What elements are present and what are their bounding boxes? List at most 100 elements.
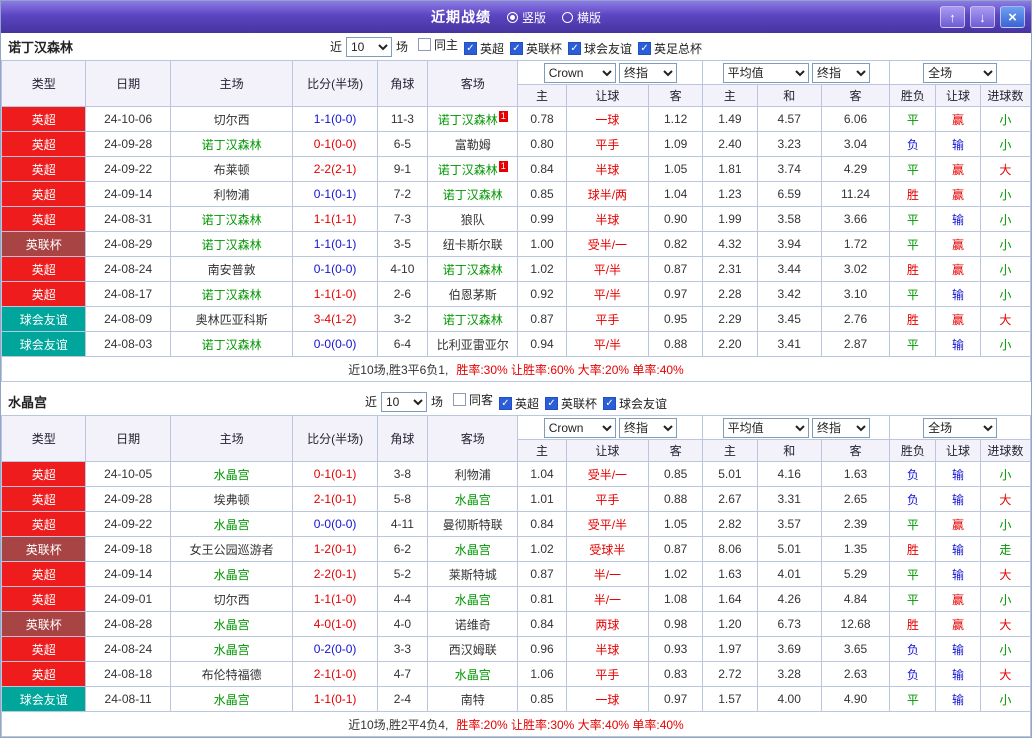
filter-checkbox-英联杯[interactable]: ✓ 英联杯 (545, 395, 597, 412)
euro-draw-odds: 5.01 (756, 536, 822, 562)
result-handicap: 输 (935, 561, 981, 587)
away-team: 比利亚雷亚尔 (427, 331, 519, 357)
corner-count: 4-0 (376, 611, 429, 637)
close-button[interactable]: × (1000, 6, 1025, 28)
asian-handicap: 受半/一 (565, 461, 650, 487)
sub-header-euro-home: 主 (702, 84, 758, 107)
asian-handicap: 平/半 (565, 281, 650, 307)
filter-checkbox-同客[interactable]: 同客 (452, 391, 493, 408)
asian-away-odds: 0.83 (648, 661, 704, 687)
match-date: 24-09-22 (85, 511, 171, 537)
asian-stage-select[interactable]: 终指 (619, 62, 678, 83)
asian-odds-header: Crown 终指 (517, 415, 704, 440)
match-date: 24-08-29 (85, 231, 171, 257)
bookmaker-select[interactable]: Crown (543, 62, 616, 83)
league-badge: 英超 (1, 636, 87, 662)
euro-stage-select[interactable]: 终指 (811, 62, 870, 83)
match-score: 0-1(0-1) (292, 461, 378, 487)
home-team: 布伦特福德 (169, 661, 294, 687)
match-scope-select[interactable]: 全场 (923, 62, 998, 83)
match-date: 24-08-17 (85, 281, 171, 307)
away-team: 狼队 (427, 206, 519, 232)
match-date: 24-08-11 (85, 686, 171, 712)
asian-home-odds: 0.80 (517, 131, 567, 157)
match-date: 24-10-05 (85, 461, 171, 487)
league-badge: 英联杯 (1, 611, 87, 637)
sub-header-asian-away: 客 (648, 84, 704, 107)
corner-count: 4-4 (376, 586, 429, 612)
section-summary: 近10场,胜2平4负4, 胜率:20% 让胜率:30% 大率:40% 单率:40… (1, 712, 1031, 737)
layout-option-horizontal[interactable]: 横版 (562, 9, 601, 26)
asian-away-odds: 0.82 (648, 231, 704, 257)
match-row: 英联杯 24-08-28 水晶宫 4-0(1-0) 4-0 诺维奇 0.84 两球 0.98 1.… (1, 611, 1031, 637)
euro-home-odds: 2.29 (702, 306, 758, 332)
euro-away-odds: 1.63 (820, 461, 891, 487)
result-outcome: 胜 (889, 306, 937, 332)
result-scope-header: 全场 (889, 60, 1031, 85)
euro-away-odds: 3.10 (820, 281, 891, 307)
layout-option-vertical[interactable]: 竖版 (506, 9, 546, 26)
result-goals: 小 (979, 511, 1031, 537)
match-date: 24-10-06 (85, 106, 171, 132)
match-score: 2-1(0-1) (292, 486, 378, 512)
result-outcome: 平 (889, 106, 937, 132)
result-handicap: 赢 (935, 156, 981, 182)
asian-stage-select[interactable]: 终指 (619, 417, 678, 438)
filter-checkbox-英足总杯[interactable]: ✓ 英足总杯 (638, 40, 702, 57)
result-outcome: 平 (889, 206, 937, 232)
filter-checkbox-球会友谊[interactable]: ✓ 球会友谊 (568, 40, 632, 57)
result-goals: 小 (979, 181, 1031, 207)
col-header-type: 类型 (1, 60, 87, 107)
euro-draw-odds: 3.45 (756, 306, 822, 332)
section-team-title: 诺丁汉森林 (8, 40, 74, 55)
result-handicap: 输 (935, 206, 981, 232)
bookmaker-select[interactable]: Crown (543, 417, 616, 438)
filter-checkbox-同主[interactable]: 同主 (417, 36, 458, 53)
filter-checkbox-英超[interactable]: ✓ 英超 (463, 40, 504, 57)
match-score: 2-1(1-0) (292, 661, 378, 687)
match-date: 24-08-28 (85, 611, 171, 637)
away-team: 诺维奇 (427, 611, 519, 637)
match-row: 英超 24-08-24 水晶宫 0-2(0-0) 3-3 西汉姆联 0.96 半球 0.93 1.… (1, 636, 1031, 662)
asian-home-odds: 0.78 (517, 106, 567, 132)
result-goals: 小 (979, 256, 1031, 282)
corner-count: 6-2 (376, 536, 429, 562)
games-count-select[interactable]: 10 (345, 36, 392, 57)
match-row: 英超 24-08-18 布伦特福德 2-1(1-0) 4-7 水晶宫 1.06 平手 0.83 2… (1, 661, 1031, 687)
move-up-button[interactable]: ↑ (940, 6, 965, 28)
radio-label: 竖版 (521, 10, 546, 25)
match-date: 24-09-14 (85, 561, 171, 587)
move-down-button[interactable]: ↓ (970, 6, 995, 28)
asian-handicap: 平手 (565, 306, 650, 332)
euro-draw-odds: 4.57 (756, 106, 822, 132)
match-scope-select[interactable]: 全场 (923, 417, 998, 438)
corner-count: 4-10 (376, 256, 429, 282)
result-goals: 大 (979, 661, 1031, 687)
match-date: 24-09-01 (85, 586, 171, 612)
euro-away-odds: 3.66 (820, 206, 891, 232)
euro-home-odds: 1.20 (702, 611, 758, 637)
titlebar-buttons: ↑ ↓ × (940, 6, 1025, 28)
games-count-select[interactable]: 10 (380, 391, 427, 412)
corner-count: 2-4 (376, 686, 429, 712)
result-handicap: 赢 (935, 306, 981, 332)
sub-header-result: 胜负 (889, 439, 937, 462)
filter-checkbox-英超[interactable]: ✓ 英超 (499, 395, 539, 412)
euro-avg-select[interactable]: 平均值 (722, 62, 809, 83)
result-handicap: 赢 (935, 231, 981, 257)
result-goals: 大 (979, 611, 1031, 637)
filter-checkbox-球会友谊[interactable]: ✓ 球会友谊 (603, 395, 667, 412)
euro-avg-select[interactable]: 平均值 (722, 417, 809, 438)
result-goals: 小 (979, 206, 1031, 232)
home-team: 诺丁汉森林 (169, 131, 294, 157)
result-outcome: 负 (889, 661, 937, 687)
league-badge: 英超 (1, 486, 87, 512)
euro-stage-select[interactable]: 终指 (811, 417, 870, 438)
euro-draw-odds: 6.73 (756, 611, 822, 637)
asian-home-odds: 0.81 (517, 586, 567, 612)
checkbox-checked-icon: ✓ (568, 42, 582, 56)
down-arrow-icon: ↓ (979, 9, 986, 25)
filter-checkbox-英联杯[interactable]: ✓ 英联杯 (510, 40, 562, 57)
home-team: 水晶宫 (169, 636, 294, 662)
league-badge: 英超 (1, 106, 87, 132)
